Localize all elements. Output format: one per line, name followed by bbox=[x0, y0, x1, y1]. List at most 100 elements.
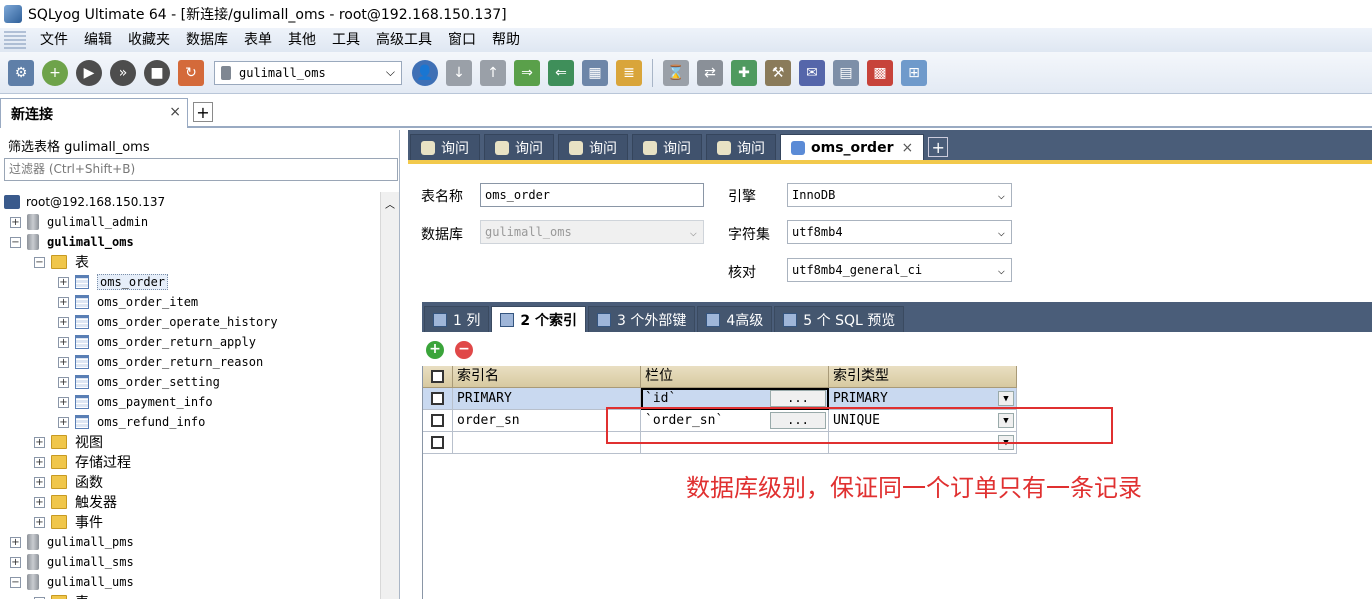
charset-select[interactable]: utf8mb4 ⌵ bbox=[787, 220, 1012, 244]
expand-icon[interactable]: + bbox=[34, 456, 45, 468]
collapse-icon[interactable]: − bbox=[10, 236, 21, 248]
refresh-icon[interactable]: ↻ bbox=[178, 59, 204, 86]
close-icon[interactable]: × bbox=[901, 140, 913, 156]
tree-table-row[interactable]: + oms_order_return_apply bbox=[58, 332, 256, 352]
query-tab[interactable]: 询问 bbox=[706, 134, 776, 160]
new-query-icon[interactable]: + bbox=[42, 59, 68, 86]
expand-icon[interactable]: + bbox=[58, 416, 69, 428]
tree-table-row[interactable]: + oms_payment_info bbox=[58, 392, 213, 412]
tree-scrollbar[interactable]: ︿ bbox=[380, 192, 399, 599]
tab-columns[interactable]: 1 列 bbox=[424, 306, 490, 332]
menu-favorites[interactable]: 收藏夹 bbox=[120, 29, 178, 51]
expand-icon[interactable]: + bbox=[34, 436, 45, 448]
notify-icon[interactable]: ✉ bbox=[799, 59, 825, 86]
tab-advanced[interactable]: 4高级 bbox=[697, 306, 773, 332]
query-builder-icon[interactable]: ✚ bbox=[731, 59, 757, 86]
tree-table-row[interactable]: + oms_refund_info bbox=[58, 412, 205, 432]
query-tab[interactable]: 询问 bbox=[484, 134, 554, 160]
query-tab[interactable]: 询问 bbox=[410, 134, 480, 160]
expand-icon[interactable]: + bbox=[34, 496, 45, 508]
expand-icon[interactable]: + bbox=[10, 536, 21, 548]
tree-db-ums[interactable]: − gulimall_ums bbox=[10, 572, 134, 592]
menu-window[interactable]: 窗口 bbox=[440, 29, 484, 51]
tree-db-oms[interactable]: − gulimall_oms bbox=[10, 232, 134, 252]
tree-folder-views[interactable]: + 视图 bbox=[34, 432, 103, 452]
tree-db-admin[interactable]: + gulimall_admin bbox=[10, 212, 148, 232]
expand-icon[interactable]: + bbox=[34, 516, 45, 528]
engine-select[interactable]: InnoDB ⌵ bbox=[787, 183, 1012, 207]
tree-db-pms[interactable]: + gulimall_pms bbox=[10, 532, 134, 552]
add-tab-button[interactable]: + bbox=[928, 137, 949, 157]
menu-database[interactable]: 数据库 bbox=[178, 29, 236, 51]
close-icon[interactable]: × bbox=[169, 104, 181, 120]
data-sync-icon[interactable]: ≣ bbox=[616, 59, 642, 86]
tree-table-row[interactable]: + oms_order_setting bbox=[58, 372, 220, 392]
designer-icon[interactable]: ⚒ bbox=[765, 59, 791, 86]
sync-icon[interactable]: ⇄ bbox=[697, 59, 723, 86]
tree-table-row[interactable]: + oms_order_return_reason bbox=[58, 352, 263, 372]
new-connection-icon[interactable]: ⚙ bbox=[8, 59, 34, 86]
tree-folder-tables-ums[interactable]: − 表 bbox=[34, 592, 89, 599]
menu-table[interactable]: 表单 bbox=[236, 29, 280, 51]
visual-icon[interactable]: ▩ bbox=[867, 59, 893, 86]
add-connection-button[interactable]: + bbox=[193, 102, 213, 122]
tab-oms-order[interactable]: oms_order × bbox=[780, 134, 925, 160]
expand-icon[interactable]: + bbox=[34, 476, 45, 488]
remove-index-button[interactable]: − bbox=[455, 341, 473, 359]
connection-tab[interactable]: 新连接 × bbox=[0, 98, 188, 128]
tab-indexes[interactable]: 2 个索引 bbox=[491, 306, 586, 332]
database-select[interactable]: gulimall_oms ⌵ bbox=[214, 60, 402, 85]
tree-folder-events[interactable]: + 事件 bbox=[34, 512, 103, 532]
menu-file[interactable]: 文件 bbox=[32, 29, 76, 51]
report-icon[interactable]: ▤ bbox=[833, 59, 859, 86]
tree-table-row[interactable]: + oms_order bbox=[58, 272, 169, 292]
expand-icon[interactable]: + bbox=[58, 316, 69, 328]
filter-input[interactable]: 过滤器 (Ctrl+Shift+B) bbox=[4, 158, 398, 181]
import-icon[interactable]: ⇒ bbox=[514, 59, 540, 86]
query-tab[interactable]: 询问 bbox=[558, 134, 628, 160]
export-icon[interactable]: ⇐ bbox=[548, 59, 574, 86]
row-checkbox[interactable] bbox=[431, 436, 444, 449]
collapse-icon[interactable]: − bbox=[34, 256, 45, 268]
menu-advanced-tools[interactable]: 高级工具 bbox=[368, 29, 440, 51]
choose-columns-button[interactable]: ... bbox=[770, 390, 826, 407]
schema-icon[interactable]: ▦ bbox=[582, 59, 608, 86]
table-name-input[interactable]: oms_order bbox=[480, 183, 704, 207]
tree-db-sms[interactable]: + gulimall_sms bbox=[10, 552, 134, 572]
select-all-checkbox[interactable] bbox=[431, 370, 444, 383]
tree-folder-triggers[interactable]: + 触发器 bbox=[34, 492, 117, 512]
query-tab[interactable]: 询问 bbox=[632, 134, 702, 160]
menu-tools[interactable]: 工具 bbox=[324, 29, 368, 51]
expand-icon[interactable]: + bbox=[58, 376, 69, 388]
execute-icon[interactable]: ▶ bbox=[76, 59, 102, 86]
add-index-button[interactable]: + bbox=[426, 341, 444, 359]
execute-all-icon[interactable]: » bbox=[110, 59, 136, 86]
tab-foreign-keys[interactable]: 3 个外部键 bbox=[587, 306, 696, 332]
expand-icon[interactable]: + bbox=[10, 216, 21, 228]
tree-server[interactable]: root@192.168.150.137 bbox=[4, 192, 165, 212]
header-checkbox-cell[interactable] bbox=[423, 366, 453, 388]
expand-icon[interactable]: + bbox=[58, 276, 69, 288]
tab-sql-preview[interactable]: 5 个 SQL 预览 bbox=[774, 306, 905, 332]
schema-designer-icon[interactable]: ⊞ bbox=[901, 59, 927, 86]
expand-icon[interactable]: + bbox=[10, 556, 21, 568]
expand-icon[interactable]: + bbox=[58, 336, 69, 348]
row-checkbox[interactable] bbox=[431, 414, 444, 427]
expand-icon[interactable]: + bbox=[58, 296, 69, 308]
expand-icon[interactable]: + bbox=[58, 396, 69, 408]
backup-icon[interactable]: ↓ bbox=[446, 59, 472, 86]
chevron-up-icon[interactable]: ︿ bbox=[385, 196, 395, 211]
collapse-icon[interactable]: − bbox=[10, 576, 21, 588]
tree-folder-tables[interactable]: − 表 bbox=[34, 252, 89, 272]
tree-folder-functions[interactable]: + 函数 bbox=[34, 472, 103, 492]
row-checkbox[interactable] bbox=[431, 392, 444, 405]
expand-icon[interactable]: + bbox=[58, 356, 69, 368]
row-checkbox-cell[interactable] bbox=[423, 410, 453, 432]
tree-table-row[interactable]: + oms_order_operate_history bbox=[58, 312, 278, 332]
user-icon[interactable]: 👤 bbox=[412, 59, 438, 86]
row-checkbox-cell[interactable] bbox=[423, 432, 453, 454]
restore-icon[interactable]: ↑ bbox=[480, 59, 506, 86]
schedule-icon[interactable]: ⌛ bbox=[663, 59, 689, 86]
menu-edit[interactable]: 编辑 bbox=[76, 29, 120, 51]
collation-select[interactable]: utf8mb4_general_ci ⌵ bbox=[787, 258, 1012, 282]
